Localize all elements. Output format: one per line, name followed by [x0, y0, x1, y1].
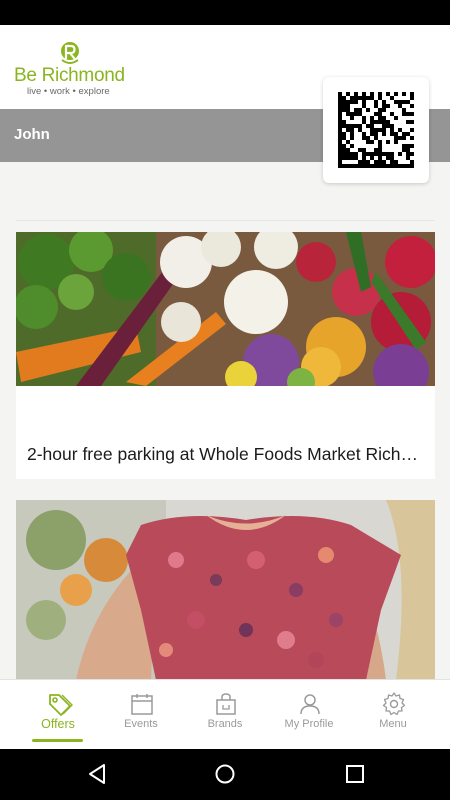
tab-label: Offers [41, 717, 75, 731]
status-bar [0, 0, 450, 25]
tab-menu[interactable]: Menu [351, 680, 435, 749]
person-icon [300, 694, 320, 715]
tag-icon [49, 694, 73, 716]
brand-tagline: live • work • explore [27, 86, 110, 97]
tab-events[interactable]: Events [99, 680, 183, 749]
offer-card[interactable]: 2-hour free parking at Whole Foods Marke… [16, 232, 435, 479]
system-nav-bar [0, 749, 450, 800]
home-circle-icon[interactable] [214, 763, 236, 785]
brand-mark-icon [61, 42, 79, 64]
brand-logo[interactable]: Be Richmond live • work • explore [14, 41, 134, 101]
offer-title: 2-hour free parking at Whole Foods Marke… [27, 444, 427, 464]
bottom-tab-bar: Offers Events Brands My Profile Menu [0, 679, 450, 749]
offer-image-vegetables [16, 232, 435, 386]
tab-my-profile[interactable]: My Profile [267, 680, 351, 749]
offer-image-knit-top [16, 500, 435, 679]
recents-square-icon[interactable] [344, 763, 366, 785]
back-triangle-icon[interactable] [86, 763, 108, 785]
tab-label: My Profile [284, 718, 334, 730]
offer-card[interactable] [16, 500, 435, 679]
tab-label: Brands [207, 718, 243, 730]
active-tab-indicator [32, 739, 83, 742]
calendar-icon [131, 694, 153, 715]
user-name: John [14, 126, 50, 143]
datamatrix-code-icon [338, 92, 414, 168]
shopping-bag-icon [216, 693, 236, 715]
tab-label: Menu [379, 718, 407, 730]
tab-label: Events [124, 718, 158, 730]
gear-icon [382, 692, 406, 716]
tab-brands[interactable]: Brands [183, 680, 267, 749]
brand-title: Be Richmond [14, 65, 125, 86]
feed-divider [16, 220, 435, 221]
offers-feed[interactable]: 2-hour free parking at Whole Foods Marke… [0, 162, 450, 679]
app-screen: Be Richmond live • work • explore John 2… [0, 25, 450, 749]
